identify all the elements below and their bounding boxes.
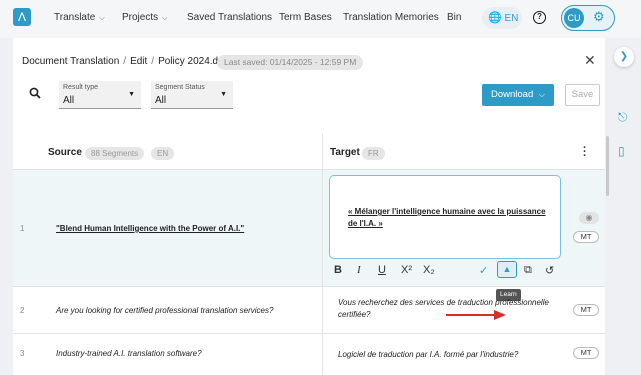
row-number: 1 <box>20 224 25 233</box>
caret-down-icon: ▼ <box>128 91 135 98</box>
segment-status-select[interactable]: Segment Status All ▼ <box>151 81 233 109</box>
nav-projects[interactable]: Projects ⌵ <box>122 12 167 23</box>
source-text: Industry-trained A.I. translation softwa… <box>56 349 202 358</box>
nav-term-bases[interactable]: Term Bases <box>279 12 332 23</box>
check-icon[interactable]: ✓ <box>479 264 488 277</box>
download-button[interactable]: Download ⌵ <box>482 84 554 106</box>
language-label: EN <box>504 13 519 24</box>
column-divider <box>322 134 323 375</box>
learn-button[interactable]: ▲ <box>497 261 517 278</box>
more-options-icon[interactable]: · · · <box>583 143 587 162</box>
mt-badge: MT <box>573 347 599 359</box>
source-text: Are you looking for certified profession… <box>56 306 274 315</box>
nav-translate-label: Translate <box>54 12 96 23</box>
target-language-badge: FR <box>362 147 385 160</box>
caret-down-icon: ▼ <box>220 91 227 98</box>
table-row[interactable]: 3 Industry-trained A.I. translation soft… <box>13 333 605 375</box>
download-label: Download <box>491 89 534 100</box>
nav-translate[interactable]: Translate ⌵ <box>54 12 105 23</box>
nav-projects-label: Projects <box>122 12 159 23</box>
right-rail: ❯ ⎋ ▯ <box>612 38 641 375</box>
chevron-down-icon: ⌵ <box>162 15 168 22</box>
bookmark-icon[interactable]: ▯ <box>618 144 625 158</box>
user-menu[interactable]: CU ⚙ <box>561 5 615 31</box>
mt-badge: MT <box>573 231 599 243</box>
close-icon[interactable]: ✕ <box>584 52 596 69</box>
graduation-cap-icon: ▲ <box>502 264 512 274</box>
subscript-button[interactable]: X₂ <box>423 264 435 276</box>
chevron-right-icon[interactable]: ❯ <box>614 47 634 67</box>
editor-panel: Document Translation / Edit / Policy 2024.do… <box>13 38 609 375</box>
chevron-down-icon: ⌵ <box>538 90 545 99</box>
target-text[interactable]: Logiciel de traduction par I.A. formé pa… <box>338 349 563 361</box>
bold-button[interactable]: B <box>334 264 342 276</box>
help-icon[interactable]: ? <box>533 11 546 24</box>
superscript-button[interactable]: X² <box>401 264 412 276</box>
learn-status-icon: ◉ <box>579 212 599 224</box>
breadcrumb: Document Translation / Edit / Policy 2024.do… <box>22 56 234 67</box>
avatar[interactable]: CU <box>564 8 584 28</box>
row-number: 3 <box>20 349 25 358</box>
save-button[interactable]: Save <box>565 84 600 106</box>
nav-translation-memories[interactable]: Translation Memories <box>343 12 439 23</box>
breadcrumb-item[interactable]: Document Translation <box>22 56 119 67</box>
result-type-value: All <box>63 95 75 106</box>
segment-status-label: Segment Status <box>155 84 205 91</box>
nav-bin[interactable]: Bin <box>447 12 461 23</box>
segment-status-value: All <box>155 95 167 106</box>
target-column-title: Target <box>330 147 360 158</box>
target-editor[interactable]: « Mélanger l'intelligence humaine avec l… <box>329 175 561 259</box>
gear-icon[interactable]: ⚙ <box>593 9 605 25</box>
result-type-label: Result type <box>63 84 99 91</box>
last-saved-badge: Last saved: 01/14/2025 - 12:59 PM <box>217 55 364 70</box>
scrollbar[interactable] <box>606 136 609 196</box>
row-number: 2 <box>20 306 25 315</box>
mt-badge: MT <box>573 304 599 316</box>
app-logo[interactable]: Λ <box>13 8 31 26</box>
history-icon[interactable]: ↺ <box>545 264 554 277</box>
source-language-badge: EN <box>151 147 175 160</box>
upload-icon[interactable]: ⎋ <box>618 110 628 125</box>
table-row[interactable]: 2 Are you looking for certified professi… <box>13 286 605 333</box>
top-nav: Λ Translate ⌵ Projects ⌵ Saved Translation… <box>0 0 641 38</box>
nav-saved-translations[interactable]: Saved Translations <box>187 12 272 23</box>
chevron-down-icon: ⌵ <box>99 15 105 22</box>
search-icon <box>29 87 41 99</box>
search-button[interactable] <box>22 83 48 109</box>
target-text[interactable]: Vous recherchez des services de traducti… <box>338 297 563 321</box>
underline-button[interactable]: U <box>378 264 386 276</box>
target-edit-text[interactable]: « Mélanger l'intelligence humaine avec l… <box>348 206 548 230</box>
language-button[interactable]: 🌐 EN <box>482 7 522 29</box>
globe-icon: 🌐 <box>488 12 502 24</box>
italic-button[interactable]: I <box>357 264 361 276</box>
breadcrumb-item[interactable]: Edit <box>130 56 147 67</box>
segments-badge: 88 Segments <box>85 147 145 160</box>
source-text: "Blend Human Intelligence with the Power… <box>56 224 245 233</box>
result-type-select[interactable]: Result type All ▼ <box>59 81 141 109</box>
copy-icon[interactable]: ⧉ <box>524 264 532 277</box>
source-column-title: Source <box>48 147 82 158</box>
